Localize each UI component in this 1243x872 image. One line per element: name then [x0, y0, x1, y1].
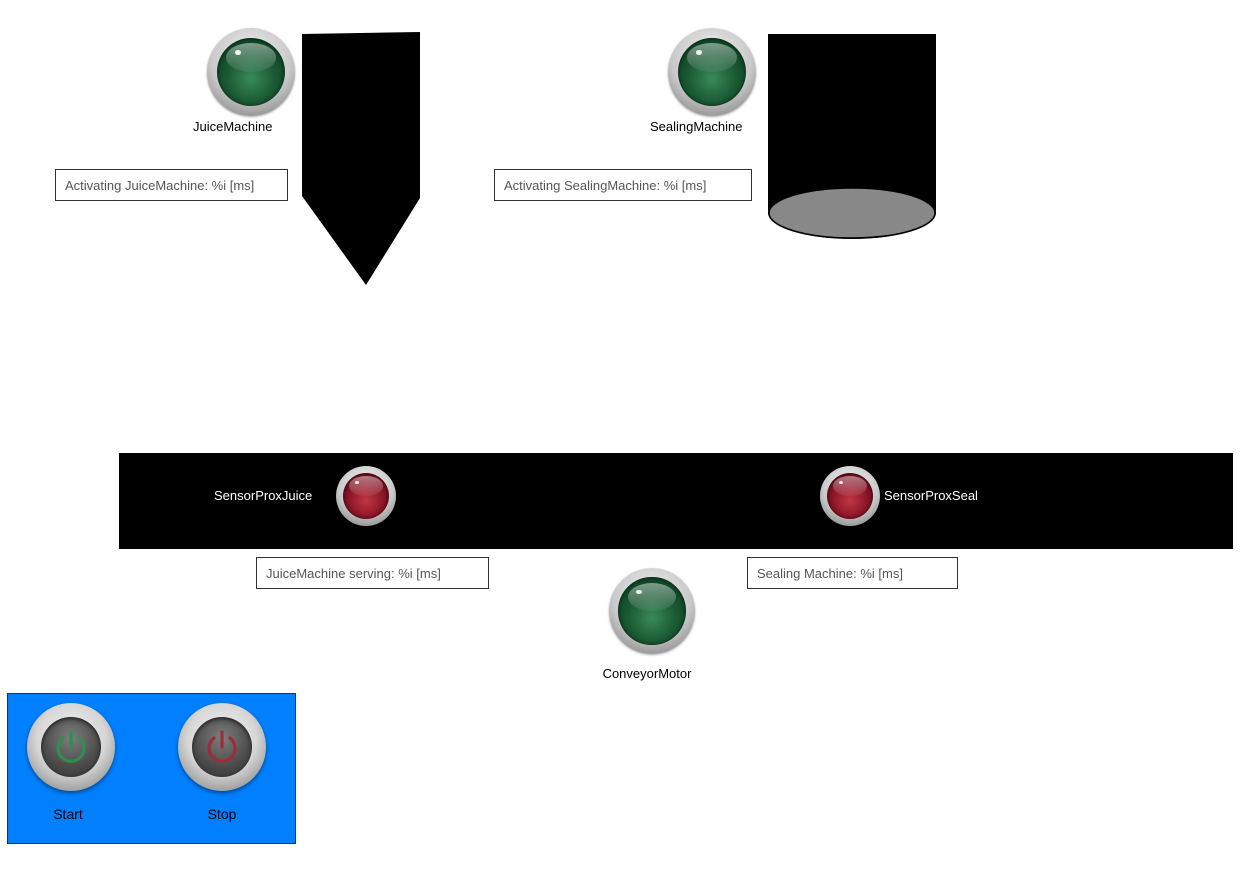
power-icon: [56, 730, 86, 763]
start-button[interactable]: [27, 703, 115, 791]
sensor-prox-juice-indicator: [336, 466, 396, 526]
sealing-machine-status-field[interactable]: Activating SealingMachine: %i [ms]: [494, 169, 752, 201]
juice-machine-label: JuiceMachine: [193, 119, 273, 134]
sensor-prox-juice-label: SensorProxJuice: [214, 488, 313, 503]
stop-button[interactable]: [178, 703, 266, 791]
start-label: Start: [53, 806, 83, 822]
sensor-prox-seal-indicator: [820, 466, 880, 526]
juice-serving-status-field[interactable]: JuiceMachine serving: %i [ms]: [256, 557, 489, 589]
stop-label: Stop: [207, 806, 237, 822]
sensor-prox-seal-label: SensorProxSeal: [884, 488, 978, 503]
sealing-status-field[interactable]: Sealing Machine: %i [ms]: [747, 557, 958, 589]
power-icon: [207, 730, 237, 763]
conveyor-motor-indicator: [609, 568, 695, 654]
sealing-press-cylinder: [768, 34, 936, 239]
juice-machine-indicator: [207, 28, 295, 116]
sealing-machine-indicator: [668, 28, 756, 116]
juice-dispenser-nozzle: [302, 32, 420, 285]
conveyor-motor-label: ConveyorMotor: [602, 666, 692, 681]
sealing-machine-label: SealingMachine: [650, 119, 743, 134]
juice-machine-status-field[interactable]: Activating JuiceMachine: %i [ms]: [55, 169, 288, 201]
